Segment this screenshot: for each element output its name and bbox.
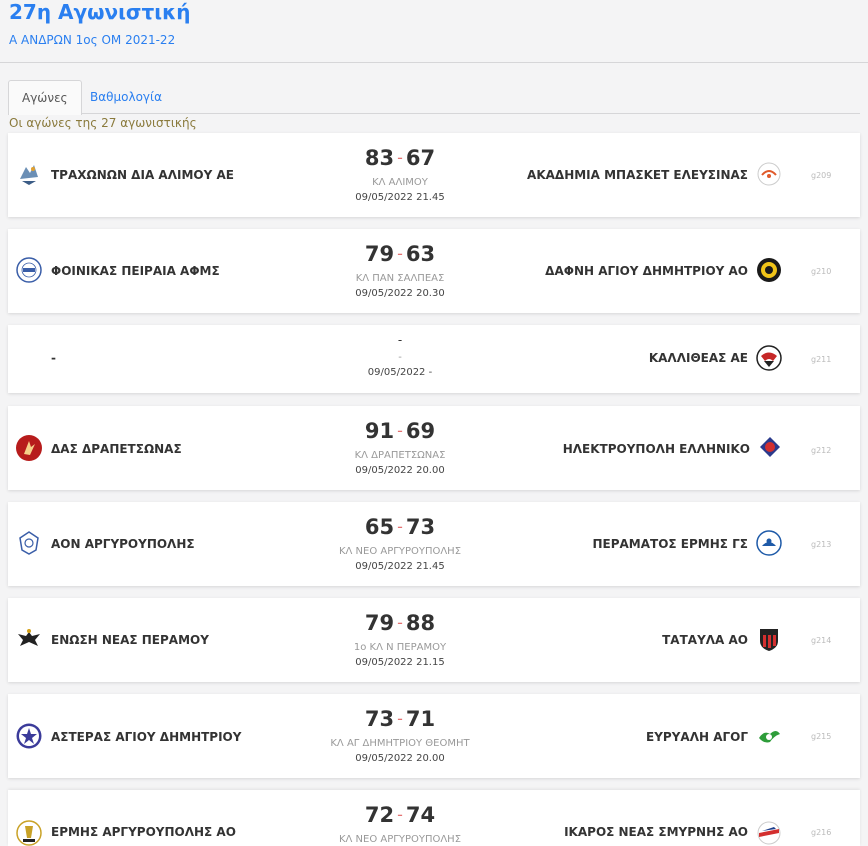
game-card[interactable]: ΕΡΜΗΣ ΑΡΓΥΡΟΥΠΟΛΗΣ ΑΟ 72-74 ΚΛ ΝΕΟ ΑΡΓΥΡ… bbox=[8, 790, 860, 846]
game-datetime: 09/05/2022 20.00 bbox=[355, 753, 445, 764]
game-card[interactable]: ΔΑΣ ΔΡΑΠΕΤΣΩΝΑΣ 91-69 ΚΛ ΔΡΑΠΕΤΣΩΝΑΣ 09/… bbox=[8, 406, 860, 490]
game-datetime: 09/05/2022 21.45 bbox=[355, 561, 445, 572]
home-score: 91 bbox=[364, 419, 395, 443]
home-team-name[interactable]: ΤΡΑΧΩΝΩΝ ΔΙΑ ΑΛΙΜΟΥ ΑΕ bbox=[51, 168, 234, 182]
aon-logo-icon bbox=[16, 530, 42, 556]
game-code: g212 bbox=[811, 446, 832, 455]
away-team-name[interactable]: ΗΛΕΚΤΡΟΥΠΟΛΗ ΕΛΛΗΝΙΚΟ bbox=[563, 442, 750, 456]
game-card[interactable]: ΤΡΑΧΩΝΩΝ ΔΙΑ ΑΛΙΜΟΥ ΑΕ 83-67 ΚΛ ΑΛΙΜΟΥ 0… bbox=[8, 133, 860, 217]
home-team-name[interactable]: ΕΝΩΣΗ ΝΕΑΣ ΠΕΡΑΜΟΥ bbox=[51, 633, 209, 647]
away-score: 88 bbox=[405, 611, 436, 635]
home-score: 83 bbox=[364, 146, 395, 170]
ermis-logo-icon bbox=[16, 820, 42, 846]
tab-bar: Αγώνες Βαθμολογία bbox=[8, 80, 860, 115]
venue: ΚΛ ΝΕΟ ΑΡΓΥΡΟΥΠΟΛΗΣ bbox=[338, 546, 462, 557]
game-code: g215 bbox=[811, 732, 832, 741]
away-team-name[interactable]: ΑΚΑΔΗΜΙΑ ΜΠΑΣΚΕΤ ΕΛΕΥΣΙΝΑΣ bbox=[527, 168, 748, 182]
away-team-name[interactable]: ΔΑΦΝΗ ΑΓΙΟΥ ΔΗΜΗΤΡΙΟΥ ΑΟ bbox=[545, 264, 748, 278]
foinikas-logo-icon bbox=[16, 257, 42, 283]
game-datetime: 09/05/2022 20.00 bbox=[355, 465, 445, 476]
home-team-name[interactable]: ΦΟΙΝΙΚΑΣ ΠΕΙΡΑΙΑ ΑΦΜΣ bbox=[51, 264, 220, 278]
home-score: 73 bbox=[364, 707, 395, 731]
home-team-name[interactable]: ΑΟΝ ΑΡΓΥΡΟΥΠΟΛΗΣ bbox=[51, 537, 195, 551]
home-score: 72 bbox=[364, 803, 395, 827]
kallithea-logo-icon bbox=[756, 345, 782, 371]
score-separator: - bbox=[397, 421, 403, 440]
game-code: g214 bbox=[811, 636, 832, 645]
home-team-name[interactable]: ΑΣΤΕΡΑΣ ΑΓΙΟΥ ΔΗΜΗΤΡΙΟΥ bbox=[51, 730, 241, 744]
away-team-name[interactable]: ΤΑΤΑΥΛΑ ΑΟ bbox=[662, 633, 748, 647]
venue: ΚΛ ΝΕΟ ΑΡΓΥΡΟΥΠΟΛΗΣ bbox=[338, 834, 462, 845]
score-block: 79-88 1ο ΚΛ Ν ΠΕΡΑΜΟΥ 09/05/2022 21.15 bbox=[300, 611, 500, 670]
home-team-name[interactable]: - bbox=[51, 351, 56, 365]
score-block: 65-73 ΚΛ ΝΕΟ ΑΡΓΥΡΟΥΠΟΛΗΣ 09/05/2022 21.… bbox=[300, 515, 500, 574]
game-card[interactable]: ΦΟΙΝΙΚΑΣ ΠΕΙΡΑΙΑ ΑΦΜΣ 79-63 ΚΛ ΠΑΝ ΣΑΛΠΕ… bbox=[8, 229, 860, 313]
game-code: g213 bbox=[811, 540, 832, 549]
score-block: 83-67 ΚΛ ΑΛΙΜΟΥ 09/05/2022 21.45 bbox=[300, 146, 500, 205]
score-block: - - 09/05/2022 - bbox=[300, 332, 500, 380]
home-team-name[interactable]: ΔΑΣ ΔΡΑΠΕΤΣΩΝΑΣ bbox=[51, 442, 182, 456]
page-header: 27η Αγωνιστική Α ΑΝΔΡΩΝ 1ος ΟΜ 2021-22 bbox=[0, 0, 868, 63]
venue: ΚΛ ΑΓ ΔΗΜΗΤΡΙΟΥ ΘΕΟΜΗΤ bbox=[330, 738, 470, 749]
score-block: 72-74 ΚΛ ΝΕΟ ΑΡΓΥΡΟΥΠΟΛΗΣ bbox=[300, 803, 500, 846]
score-separator: - bbox=[397, 709, 403, 728]
tab-games[interactable]: Αγώνες bbox=[8, 80, 82, 115]
akadimia-logo-icon bbox=[756, 161, 782, 187]
ilektroupoli-logo-icon bbox=[759, 436, 781, 458]
game-card[interactable]: ΕΝΩΣΗ ΝΕΑΣ ΠΕΡΑΜΟΥ 79-88 1ο ΚΛ Ν ΠΕΡΑΜΟΥ… bbox=[8, 598, 860, 682]
venue: - bbox=[398, 352, 402, 363]
game-datetime: 09/05/2022 - bbox=[367, 367, 433, 378]
score-block: 79-63 ΚΛ ΠΑΝ ΣΑΛΠΕΑΣ 09/05/2022 20.30 bbox=[300, 242, 500, 301]
games-list-caption: Οι αγώνες της 27 αγωνιστικής bbox=[9, 116, 197, 130]
das-logo-icon bbox=[16, 435, 42, 461]
game-code: g210 bbox=[811, 267, 832, 276]
score-separator: - bbox=[397, 244, 403, 263]
away-score: 71 bbox=[405, 707, 436, 731]
venue: ΚΛ ΔΡΑΠΕΤΣΩΝΑΣ bbox=[354, 450, 446, 461]
away-score: 67 bbox=[405, 146, 436, 170]
away-team-name[interactable]: ΚΑΛΛΙΘΕΑΣ ΑΕ bbox=[649, 351, 748, 365]
home-score: 79 bbox=[364, 611, 395, 635]
asteras-logo-icon bbox=[16, 723, 42, 749]
score-separator: - bbox=[397, 805, 403, 824]
away-team-name[interactable]: ΕΥΡΥΑΛΗ ΑΓΟΓ bbox=[646, 730, 748, 744]
tatavla-logo-icon bbox=[756, 626, 782, 652]
home-team-name[interactable]: ΕΡΜΗΣ ΑΡΓΥΡΟΥΠΟΛΗΣ ΑΟ bbox=[51, 825, 236, 839]
away-score: 73 bbox=[405, 515, 436, 539]
competition-subtitle[interactable]: Α ΑΝΔΡΩΝ 1ος ΟΜ 2021-22 bbox=[9, 33, 175, 47]
venue: ΚΛ ΠΑΝ ΣΑΛΠΕΑΣ bbox=[355, 273, 445, 284]
score-block: 73-71 ΚΛ ΑΓ ΔΗΜΗΤΡΙΟΥ ΘΕΟΜΗΤ 09/05/2022 … bbox=[300, 707, 500, 766]
game-card[interactable]: ΑΟΝ ΑΡΓΥΡΟΥΠΟΛΗΣ 65-73 ΚΛ ΝΕΟ ΑΡΓΥΡΟΥΠΟΛ… bbox=[8, 502, 860, 586]
tab-standings[interactable]: Βαθμολογία bbox=[77, 80, 175, 114]
away-score: 69 bbox=[405, 419, 436, 443]
game-datetime: 09/05/2022 21.15 bbox=[355, 657, 445, 668]
game-card[interactable]: ΑΣΤΕΡΑΣ ΑΓΙΟΥ ΔΗΜΗΤΡΙΟΥ 73-71 ΚΛ ΑΓ ΔΗΜΗ… bbox=[8, 694, 860, 778]
score-separator: - bbox=[397, 613, 403, 632]
trachones-logo-icon bbox=[16, 161, 42, 187]
away-team-name[interactable]: ΙΚΑΡΟΣ ΝΕΑΣ ΣΜΥΡΝΗΣ ΑΟ bbox=[564, 825, 748, 839]
evryali-logo-icon bbox=[756, 724, 782, 750]
home-score: 65 bbox=[364, 515, 395, 539]
score-separator: - bbox=[397, 148, 403, 167]
game-datetime: 09/05/2022 20.30 bbox=[355, 288, 445, 299]
away-score: 74 bbox=[405, 803, 436, 827]
page-title: 27η Αγωνιστική bbox=[9, 0, 191, 24]
game-code: g211 bbox=[811, 355, 832, 364]
venue: 1ο ΚΛ Ν ΠΕΡΑΜΟΥ bbox=[353, 642, 447, 653]
away-score: 63 bbox=[405, 242, 436, 266]
game-datetime: 09/05/2022 21.45 bbox=[355, 192, 445, 203]
score-placeholder: - bbox=[397, 333, 403, 347]
game-code: g216 bbox=[811, 828, 832, 837]
score-block: 91-69 ΚΛ ΔΡΑΠΕΤΣΩΝΑΣ 09/05/2022 20.00 bbox=[300, 419, 500, 478]
away-team-name[interactable]: ΠΕΡΑΜΑΤΟΣ ΕΡΜΗΣ ΓΣ bbox=[592, 537, 748, 551]
dafni-logo-icon bbox=[756, 257, 782, 283]
venue: ΚΛ ΑΛΙΜΟΥ bbox=[372, 177, 428, 188]
enosi-logo-icon bbox=[16, 626, 42, 652]
peramatos-logo-icon bbox=[756, 530, 782, 556]
game-code: g209 bbox=[811, 171, 832, 180]
home-score: 79 bbox=[364, 242, 395, 266]
game-card[interactable]: - - - 09/05/2022 - ΚΑΛΛΙΘΕΑΣ ΑΕ g211 bbox=[8, 325, 860, 393]
score-separator: - bbox=[397, 517, 403, 536]
ikaros-logo-icon bbox=[756, 820, 782, 846]
